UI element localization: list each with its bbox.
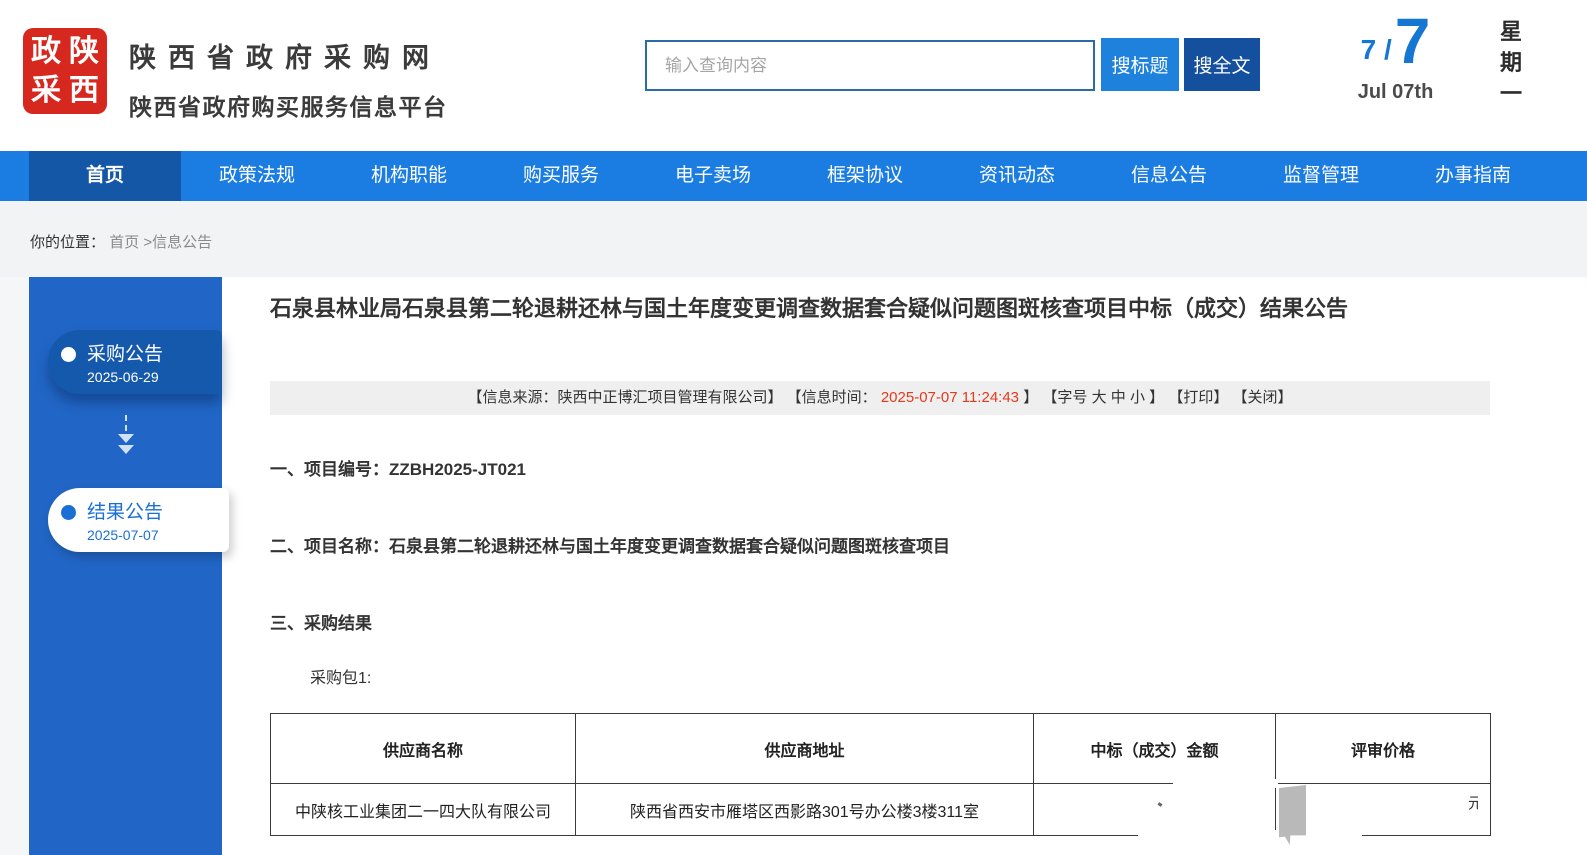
redaction-white-patch [1173, 779, 1278, 788]
breadcrumb: 你的位置： 首页 >信息公告 [0, 201, 1587, 252]
step-dot-icon [61, 347, 76, 362]
header-award-amount: 中标（成交）金额 [1034, 714, 1276, 784]
date-day: 7 [1395, 8, 1431, 75]
article-content: 石泉县林业局石泉县第二轮退耕还林与国土年度变更调查数据套合疑似问题图斑核查项目中… [270, 277, 1490, 855]
breadcrumb-current-link[interactable]: 信息公告 [152, 234, 212, 251]
date-block: 7 / 7 Jul 07th [1333, 8, 1458, 104]
breadcrumb-prefix: 你的位置： [30, 234, 105, 251]
font-size-medium-button[interactable]: 中 [1111, 389, 1126, 406]
procurement-result-heading: 三、采购结果 [270, 609, 1490, 634]
weekday-vertical: 星期一 [1498, 16, 1524, 109]
sidebar-item-procurement-notice[interactable]: 采购公告 2025-06-29 [48, 330, 222, 394]
breadcrumb-strip: 你的位置： 首页 >信息公告 [0, 201, 1587, 277]
redaction-white-patch [1138, 830, 1362, 840]
search-title-button[interactable]: 搜标题 [1101, 38, 1179, 91]
logo-char: 政 [31, 37, 61, 67]
table-row: 中陕核工业集团二一四大队有限公司 陕西省西安市雁塔区西影路301号办公楼3楼31… [271, 784, 1491, 836]
nav-item-framework-agreement[interactable]: 框架协议 [789, 151, 941, 201]
font-size-large-button[interactable]: 大 [1092, 389, 1107, 406]
font-size-small-button[interactable]: 小 [1130, 389, 1145, 406]
print-button[interactable]: 【打印】 [1168, 389, 1228, 406]
info-time-prefix: 【信息时间： [787, 389, 877, 406]
timeline-sidebar: 采购公告 2025-06-29 结果公告 2025-07-07 [29, 277, 222, 855]
breadcrumb-separator: > [139, 234, 152, 251]
cell-award-amount [1034, 784, 1276, 836]
info-bar: 【信息来源：陕西中正博汇项目管理有限公司】 【信息时间： 2025-07-07 … [270, 381, 1490, 415]
logo-char: 西 [69, 76, 99, 106]
header: 政 陕 采 西 陕西省政府采购网 陕西省政府购买服务信息平台 搜标题 搜全文 7… [0, 0, 1587, 151]
page: 政 陕 采 西 陕西省政府采购网 陕西省政府购买服务信息平台 搜标题 搜全文 7… [0, 0, 1587, 855]
search-fulltext-button[interactable]: 搜全文 [1184, 38, 1260, 91]
info-time-value: 2025-07-07 11:24:43 [881, 389, 1019, 406]
nav-item-news[interactable]: 资讯动态 [941, 151, 1093, 201]
arrow-down-icon [29, 415, 222, 454]
logo-char: 采 [31, 76, 61, 106]
logo-char: 陕 [69, 37, 99, 67]
font-size-label: 【字号 [1042, 389, 1087, 406]
main-area: 采购公告 2025-06-29 结果公告 2025-07-07 石泉县林业局石泉… [0, 277, 1587, 855]
nav-item-functions[interactable]: 机构职能 [333, 151, 485, 201]
site-titles: 陕西省政府采购网 陕西省政府购买服务信息平台 [129, 36, 448, 122]
font-size-label-close: 】 [1149, 389, 1164, 406]
nav-item-announcements[interactable]: 信息公告 [1093, 151, 1245, 201]
date-english: Jul 07th [1333, 81, 1458, 104]
header-supplier-name: 供应商名称 [271, 714, 576, 784]
nav-item-e-marketplace[interactable]: 电子卖场 [637, 151, 789, 201]
sidebar-item-result-notice[interactable]: 结果公告 2025-07-07 [48, 488, 229, 552]
project-name-line: 二、项目名称：石泉县第二轮退耕还林与国土年度变更调查数据套合疑似问题图斑核查项目 [270, 532, 1490, 557]
site-subtitle: 陕西省政府购买服务信息平台 [129, 88, 448, 122]
partial-yuan-glyph: 元 [1468, 792, 1478, 812]
breadcrumb-home-link[interactable]: 首页 [109, 234, 139, 251]
info-source: 【信息来源：陕西中正博汇项目管理有限公司】 [467, 389, 782, 406]
close-button[interactable]: 【关闭】 [1233, 389, 1293, 406]
site-name: 陕西省政府采购网 [129, 36, 448, 75]
step-date: 2025-06-29 [87, 369, 163, 385]
cell-supplier-name: 中陕核工业集团二一四大队有限公司 [271, 784, 576, 836]
nav-item-supervision[interactable]: 监督管理 [1245, 151, 1397, 201]
step-label: 采购公告 [87, 339, 163, 366]
date-numeric: 7 / 7 [1333, 8, 1458, 75]
step-label: 结果公告 [87, 497, 163, 524]
table-header-row: 供应商名称 供应商地址 中标（成交）金额 评审价格 [271, 714, 1491, 784]
date-month: 7 / [1361, 34, 1392, 66]
main-nav: 首页 政策法规 机构职能 购买服务 电子卖场 框架协议 资讯动态 信息公告 监督… [0, 151, 1587, 201]
info-time-suffix: 】 [1023, 389, 1038, 406]
header-supplier-address: 供应商地址 [576, 714, 1034, 784]
nav-item-home[interactable]: 首页 [29, 151, 181, 201]
header-review-price: 评审价格 [1276, 714, 1491, 784]
site-logo-seal-icon: 政 陕 采 西 [23, 28, 107, 114]
cell-review-price [1276, 784, 1491, 836]
nav-item-guides[interactable]: 办事指南 [1397, 151, 1549, 201]
project-number-line: 一、项目编号：ZZBH2025-JT021 [270, 455, 1490, 480]
left-margin [0, 277, 29, 855]
nav-item-purchase-services[interactable]: 购买服务 [485, 151, 637, 201]
step-dot-icon [61, 505, 76, 520]
package-label: 采购包1: [310, 664, 1530, 688]
step-date: 2025-07-07 [87, 527, 163, 543]
article-title: 石泉县林业局石泉县第二轮退耕还林与国土年度变更调查数据套合疑似问题图斑核查项目中… [270, 285, 1490, 333]
result-table: 供应商名称 供应商地址 中标（成交）金额 评审价格 中陕核工业集团二一四大队有限… [270, 713, 1491, 836]
cell-supplier-address: 陕西省西安市雁塔区西影路301号办公楼3楼311室 [576, 784, 1034, 836]
nav-item-policies[interactable]: 政策法规 [181, 151, 333, 201]
search-input[interactable] [645, 40, 1095, 91]
